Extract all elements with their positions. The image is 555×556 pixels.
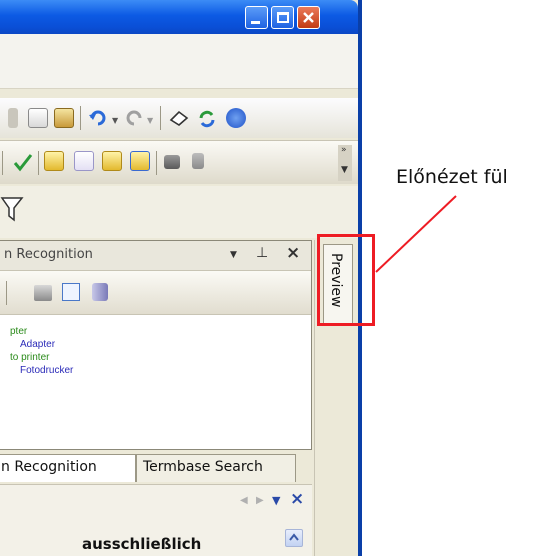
standard-toolbar: ▼ ▼ (0, 98, 358, 138)
overflow-dropdown-icon: ▼ (341, 165, 348, 175)
database-icon[interactable] (92, 283, 108, 301)
pane-dropdown-icon[interactable]: ▼ (272, 494, 280, 507)
toolbar-separator (160, 106, 161, 130)
toolbar-separator (6, 281, 7, 305)
filter-icon[interactable] (0, 194, 26, 224)
minimize-button[interactable] (245, 6, 268, 29)
term-list-icon[interactable] (102, 151, 122, 171)
scroll-up-button[interactable] (285, 529, 303, 547)
nav-next-icon[interactable]: ▶ (256, 495, 264, 506)
close-pane-icon[interactable]: × (290, 489, 304, 509)
panel-title: n Recognition (4, 247, 93, 262)
toolbar-overflow-button[interactable]: » ▼ (338, 145, 352, 181)
spellcheck-icon[interactable] (12, 151, 33, 172)
minimize-icon (251, 21, 260, 24)
tab-termbase-search[interactable]: Termbase Search (136, 454, 296, 482)
tab-translation-memory[interactable]: n Recognition (0, 454, 136, 482)
term-heading: ausschließlich (82, 535, 202, 553)
nav-prev-icon[interactable]: ◀ (240, 495, 248, 506)
panel-dropdown-icon[interactable]: ▼ (230, 250, 237, 260)
overflow-chevron-icon: » (341, 145, 347, 155)
lookup-icon[interactable] (34, 285, 52, 301)
search-term-icon[interactable] (130, 151, 150, 171)
layout-icon[interactable] (192, 153, 204, 169)
redo-dropdown-icon[interactable]: ▼ (147, 116, 153, 125)
list-item[interactable]: Fotodrucker (10, 364, 73, 377)
cut-icon[interactable] (8, 108, 18, 128)
undo-dropdown-icon[interactable]: ▼ (112, 116, 118, 125)
help-icon[interactable] (226, 108, 246, 128)
toolbar-separator (80, 106, 81, 130)
maximize-button[interactable] (271, 6, 294, 29)
annotation-highlight-box (317, 234, 375, 326)
window-icon[interactable] (164, 155, 180, 169)
redo-icon[interactable] (124, 108, 144, 128)
toolbar-separator (156, 151, 157, 175)
menu-bar (0, 34, 358, 89)
close-icon (303, 12, 314, 23)
annotation-label: Előnézet fül (396, 166, 508, 188)
toolbar-separator (2, 151, 3, 175)
eraser-icon[interactable] (168, 108, 189, 128)
undo-icon[interactable] (88, 108, 108, 128)
list-item[interactable]: Adapter (10, 338, 73, 351)
refresh-icon[interactable] (196, 108, 216, 128)
maximize-icon (277, 12, 289, 23)
tm-options-icon[interactable] (62, 283, 80, 301)
edit-term-icon[interactable] (74, 151, 94, 171)
panel-tabs: n Recognition Termbase Search (0, 452, 312, 484)
copy-icon[interactable] (28, 108, 48, 128)
toolbar-separator (38, 151, 39, 175)
application-window: ▼ ▼ » ▼ n Recognition ▼ ⊥ × pter Adapter… (0, 0, 362, 556)
close-button[interactable] (297, 6, 320, 29)
add-term-icon[interactable] (44, 151, 64, 171)
list-item[interactable]: to printer (10, 351, 73, 364)
panel-header: n Recognition ▼ ⊥ × (0, 241, 311, 271)
results-list: pter Adapter to printer Fotodrucker (10, 325, 73, 377)
close-panel-icon[interactable]: × (286, 243, 300, 263)
list-item[interactable]: pter (10, 325, 73, 338)
pin-icon[interactable]: ⊥ (256, 245, 268, 261)
translation-memory-panel: n Recognition ▼ ⊥ × pter Adapter to prin… (0, 240, 312, 450)
title-bar[interactable] (0, 0, 358, 34)
termbase-pane: ◀ ▶ ▼ × ausschließlich (0, 484, 312, 556)
filter-toolbar (0, 186, 358, 238)
paste-icon[interactable] (54, 108, 74, 128)
panel-toolbar (0, 271, 311, 315)
chevron-up-icon (289, 533, 299, 541)
format-toolbar: » ▼ (0, 140, 358, 184)
